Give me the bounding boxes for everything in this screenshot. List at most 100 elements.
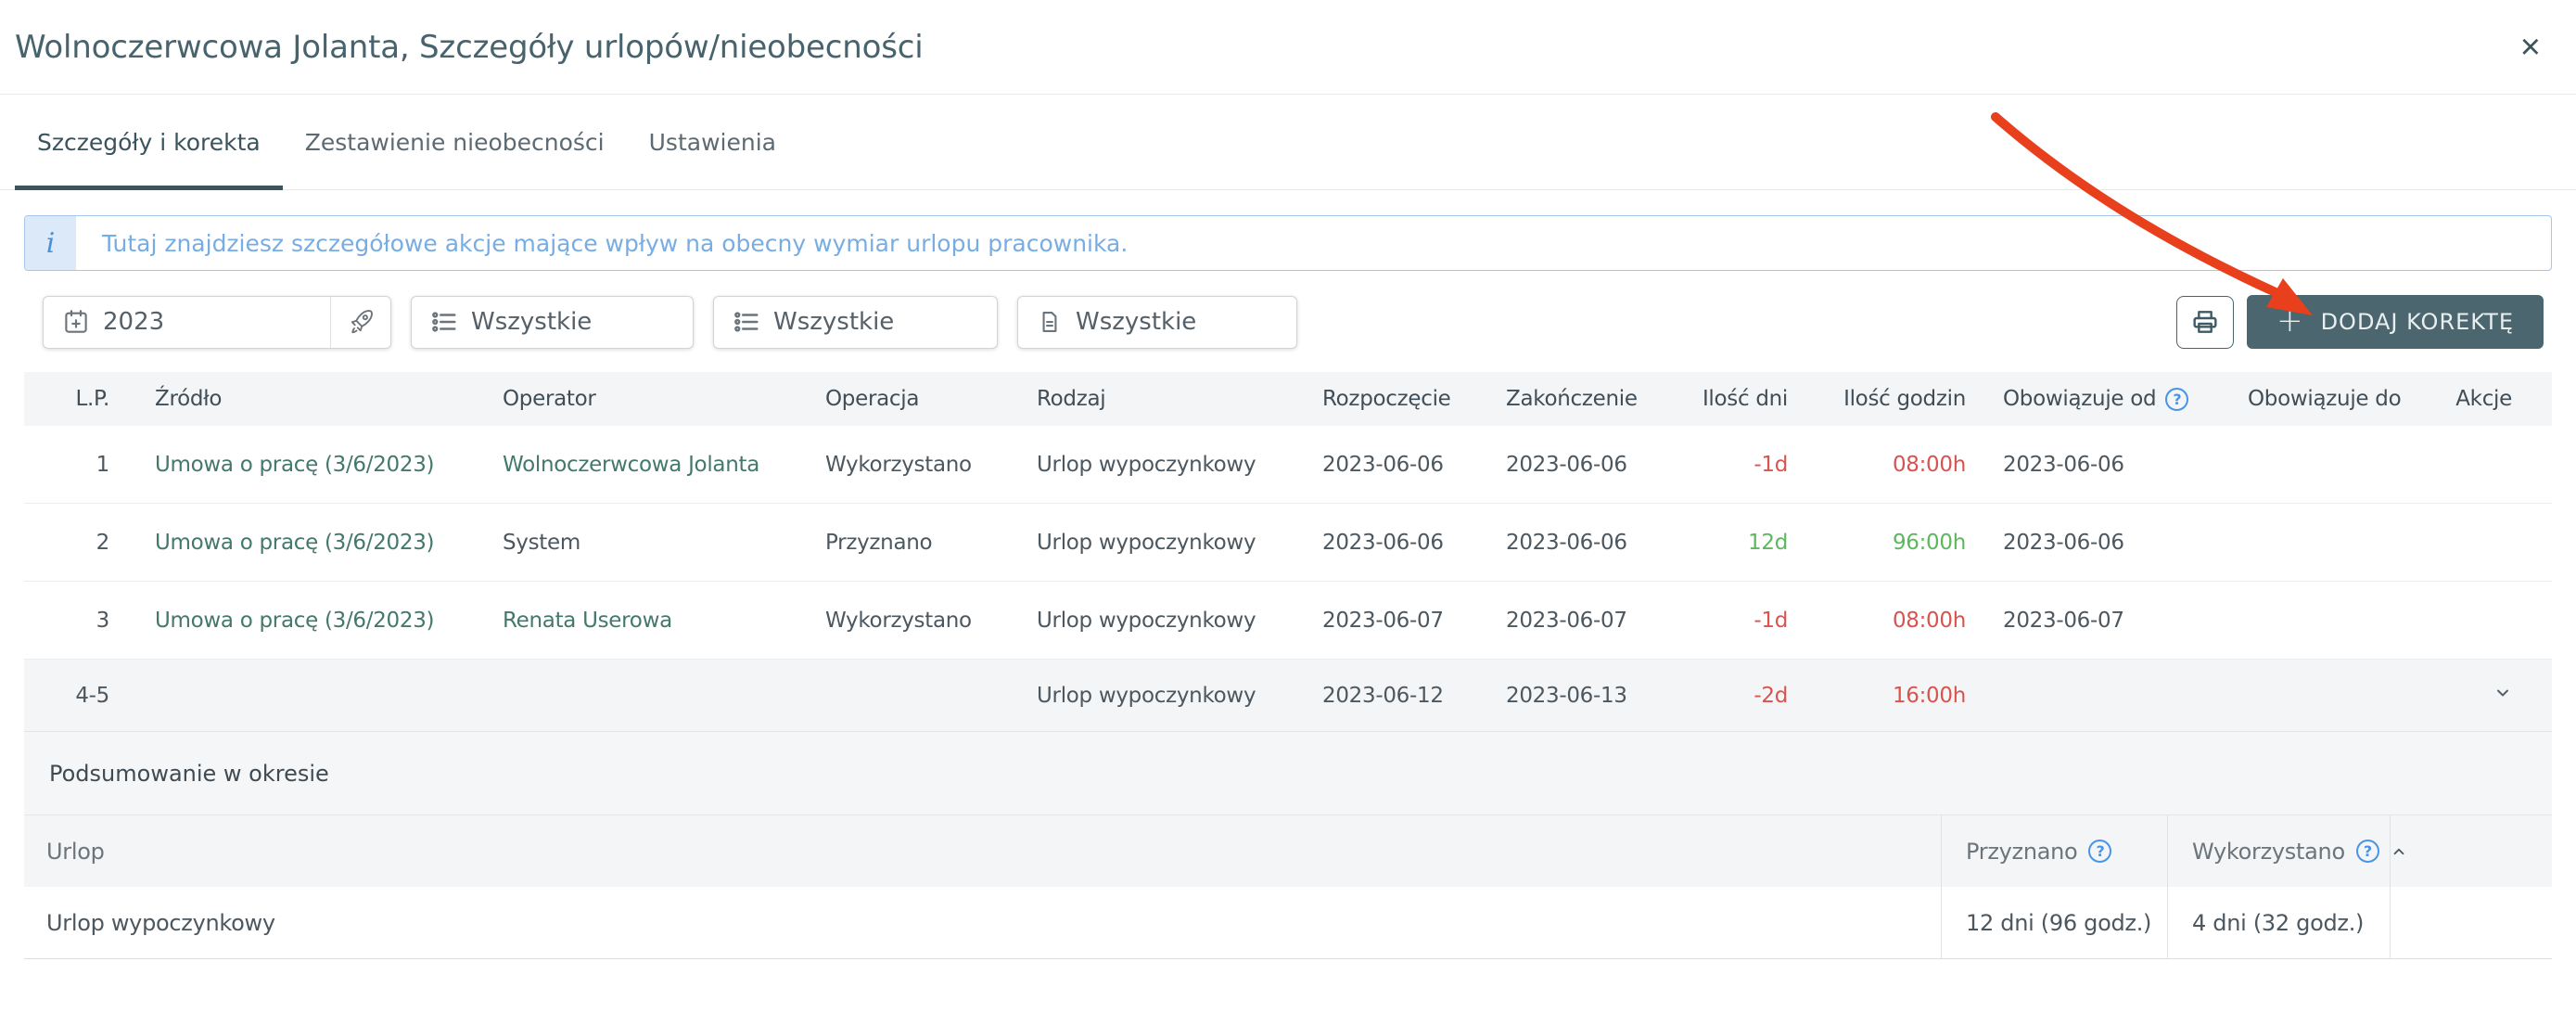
- col-header-type: Rodzaj: [1037, 387, 1322, 411]
- col-header-operation: Operacja: [825, 387, 1037, 411]
- help-icon[interactable]: ?: [2165, 388, 2188, 411]
- cell-valid-from: 2023-06-06: [1966, 531, 2225, 555]
- operation-filter-value: Wszystkie: [773, 308, 894, 336]
- cell-start: 2023-06-12: [1322, 684, 1506, 708]
- add-correction-button[interactable]: + DODAJ KOREKTĘ: [2247, 295, 2544, 349]
- cell-lp: 4-5: [24, 684, 130, 708]
- cell-end: 2023-06-07: [1506, 609, 1639, 633]
- summary-col-empty: [2390, 815, 2552, 887]
- info-banner: i Tutaj znajdziesz szczegółowe akcje maj…: [24, 215, 2552, 271]
- page-title: Wolnoczerwcowa Jolanta, Szczegóły urlopó…: [15, 29, 923, 66]
- col-header-actions: Akcje: [2439, 387, 2552, 411]
- document-icon: [1037, 309, 1063, 335]
- cell-type: Urlop wypoczynkowy: [1037, 684, 1322, 708]
- summary-cell-used: 4 dni (32 godz.): [2167, 887, 2390, 958]
- year-filter-value-area[interactable]: 2023: [44, 297, 330, 348]
- cell-lp: 1: [24, 453, 130, 477]
- chevron-down-icon: [2493, 684, 2512, 702]
- cell-type: Urlop wypoczynkowy: [1037, 531, 1322, 555]
- cell-end: 2023-06-13: [1506, 684, 1639, 708]
- cell-days: -2d: [1639, 684, 1788, 708]
- cell-type: Urlop wypoczynkowy: [1037, 453, 1322, 477]
- summary-col-type: Urlop: [24, 815, 1941, 887]
- cell-end: 2023-06-06: [1506, 531, 1639, 555]
- year-filter-value: 2023: [103, 308, 164, 336]
- tab-ustawienia[interactable]: Ustawienia: [627, 95, 798, 189]
- operation-filter[interactable]: Wszystkie: [713, 296, 998, 349]
- info-icon: i: [25, 216, 76, 270]
- col-header-valid-to: Obowiązuje do: [2225, 387, 2439, 411]
- table-header-row: L.P. Źródło Operator Operacja Rodzaj Roz…: [24, 372, 2552, 426]
- cell-start: 2023-06-07: [1322, 609, 1506, 633]
- tab-szczegoly-i-korekta[interactable]: Szczegóły i korekta: [15, 95, 283, 189]
- cell-hours: 08:00h: [1788, 453, 1966, 477]
- help-icon[interactable]: ?: [2088, 840, 2111, 863]
- absence-type-filter[interactable]: Wszystkie: [411, 296, 694, 349]
- cell-end: 2023-06-06: [1506, 453, 1639, 477]
- col-header-hours: Ilość godzin: [1788, 387, 1966, 411]
- cell-valid-from: 2023-06-07: [1966, 609, 2225, 633]
- close-button[interactable]: ×: [2511, 26, 2550, 69]
- tab-bar: Szczegóły i korekta Zestawienie nieobecn…: [0, 95, 2576, 190]
- col-header-valid-from: Obowiązuje od ?: [1966, 387, 2225, 411]
- cell-hours: 16:00h: [1788, 684, 1966, 708]
- jump-to-current-button[interactable]: [331, 297, 390, 348]
- toolbar-actions: + DODAJ KOREKTĘ: [2176, 295, 2544, 349]
- col-header-operator: Operator: [503, 387, 825, 411]
- cell-operator: System: [503, 531, 825, 555]
- cell-hours: 96:00h: [1788, 531, 1966, 555]
- cell-days: 12d: [1639, 531, 1788, 555]
- summary-col-granted[interactable]: Przyznano ?: [1941, 815, 2167, 887]
- cell-lp: 2: [24, 531, 130, 555]
- summary-header-row: Urlop Przyznano ? Wykorzystano ?: [24, 815, 2552, 887]
- cell-hours: 08:00h: [1788, 609, 1966, 633]
- cell-lp: 3: [24, 609, 130, 633]
- close-icon: ×: [2520, 28, 2541, 67]
- print-button[interactable]: [2176, 296, 2234, 349]
- table-row: 2 Umowa o pracę (3/6/2023) System Przyzn…: [24, 504, 2552, 582]
- col-header-days: Ilość dni: [1639, 387, 1788, 411]
- rocket-icon: [347, 308, 375, 336]
- table-row-grouped: 4-5 Urlop wypoczynkowy 2023-06-12 2023-0…: [24, 660, 2552, 732]
- cell-days: -1d: [1639, 609, 1788, 633]
- table-row: 1 Umowa o pracę (3/6/2023) Wolnoczerwcow…: [24, 426, 2552, 504]
- summary-cell-type: Urlop wypoczynkowy: [24, 887, 1941, 958]
- absence-type-filter-value: Wszystkie: [471, 308, 592, 336]
- cell-source-link[interactable]: Umowa o pracę (3/6/2023): [130, 531, 503, 555]
- plus-icon: +: [2276, 305, 2304, 337]
- add-correction-label: DODAJ KOREKTĘ: [2321, 309, 2514, 335]
- table-row: 3 Umowa o pracę (3/6/2023) Renata Userow…: [24, 582, 2552, 660]
- summary-row: Urlop wypoczynkowy 12 dni (96 godz.) 4 d…: [24, 887, 2552, 959]
- col-header-end: Zakończenie: [1506, 387, 1639, 411]
- cell-operation: Wykorzystano: [825, 609, 1037, 633]
- cell-operation: Przyznano: [825, 531, 1037, 555]
- tab-zestawienie-nieobecnosci[interactable]: Zestawienie nieobecności: [283, 95, 627, 189]
- col-header-source: Źródło: [130, 387, 503, 411]
- cell-start: 2023-06-06: [1322, 453, 1506, 477]
- source-filter-value: Wszystkie: [1076, 308, 1196, 336]
- cell-type: Urlop wypoczynkowy: [1037, 609, 1322, 633]
- expand-group-button[interactable]: [2439, 684, 2552, 708]
- corrections-table: L.P. Źródło Operator Operacja Rodzaj Roz…: [24, 372, 2552, 732]
- year-filter[interactable]: 2023: [43, 296, 391, 349]
- cell-operator-link[interactable]: Wolnoczerwcowa Jolanta: [503, 453, 825, 477]
- summary-cell-granted: 12 dni (96 godz.): [1941, 887, 2167, 958]
- summary-col-used[interactable]: Wykorzystano ?: [2167, 815, 2390, 887]
- help-icon[interactable]: ?: [2356, 840, 2379, 863]
- cell-source-link[interactable]: Umowa o pracę (3/6/2023): [130, 453, 503, 477]
- source-filter[interactable]: Wszystkie: [1017, 296, 1297, 349]
- summary-cell-empty: [2390, 887, 2552, 958]
- cell-days: -1d: [1639, 453, 1788, 477]
- cell-source-link[interactable]: Umowa o pracę (3/6/2023): [130, 609, 503, 633]
- summary-section-title: Podsumowanie w okresie: [24, 732, 2552, 815]
- col-header-lp: L.P.: [24, 387, 130, 411]
- modal-header: Wolnoczerwcowa Jolanta, Szczegóły urlopó…: [0, 0, 2576, 95]
- cell-operator-link[interactable]: Renata Userowa: [503, 609, 825, 633]
- cell-start: 2023-06-06: [1322, 531, 1506, 555]
- col-header-start: Rozpoczęcie: [1322, 387, 1506, 411]
- summary-table: Urlop Przyznano ? Wykorzystano ? Urlop w…: [24, 815, 2552, 959]
- cell-valid-from: 2023-06-06: [1966, 453, 2225, 477]
- info-banner-text: Tutaj znajdziesz szczegółowe akcje mając…: [76, 230, 1128, 257]
- calendar-plus-icon: [62, 308, 90, 336]
- list-icon: [430, 308, 458, 336]
